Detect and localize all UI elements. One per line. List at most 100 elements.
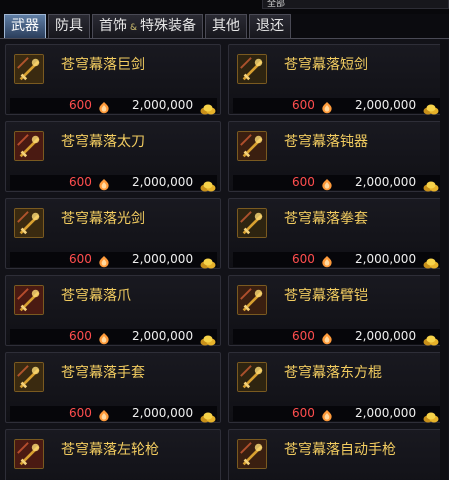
gold-coin-icon (423, 331, 439, 346)
tab-label: 首饰 (99, 18, 127, 34)
tab-label: 退还 (256, 18, 285, 34)
tab-weapons[interactable]: 武器 (4, 14, 46, 38)
gold-coin-icon (200, 100, 216, 115)
cera-price: 600 (69, 252, 92, 266)
shop-item[interactable]: 苍穹幕落巨剑 600 2,000,000 (5, 44, 221, 115)
gold-price: 2,000,000 (355, 329, 417, 343)
shop-tabs: 武器 防具 首饰 & 特殊装备 其他 退还 (4, 14, 293, 38)
knuckle-icon[interactable] (237, 208, 267, 238)
glove-icon[interactable] (14, 362, 44, 392)
shortsword-icon[interactable] (237, 54, 267, 84)
price-row: 600 2,000,000 (233, 252, 440, 269)
price-row: 600 2,000,000 (233, 329, 440, 346)
cera-price: 600 (292, 175, 315, 189)
item-name: 苍穹幕落爪 (61, 288, 131, 304)
cera-price: 600 (292, 329, 315, 343)
greatsword-icon[interactable] (14, 54, 44, 84)
price-row: 600 2,000,000 (10, 98, 217, 115)
shop-item[interactable]: 苍穹幕落拳套 600 2,000,000 (228, 198, 444, 269)
category-dropdown[interactable]: 全部 (262, 0, 449, 9)
shop-item[interactable]: 苍穹幕落爪 600 2,000,000 (5, 275, 221, 346)
gold-coin-icon (200, 408, 216, 423)
gold-price: 2,000,000 (132, 329, 194, 343)
cera-point-icon (97, 407, 111, 422)
tab-label: 其他 (212, 18, 241, 34)
top-bar: 全部 (0, 0, 449, 14)
gold-coin-icon (423, 254, 439, 269)
item-name: 苍穹幕落东方棍 (284, 365, 382, 381)
cera-point-icon (97, 253, 111, 268)
cera-price: 600 (292, 406, 315, 420)
tab-label-secondary: 特殊装备 (140, 18, 197, 34)
tab-label: 防具 (55, 18, 83, 34)
price-row: 600 2,000,000 (10, 329, 217, 346)
item-name: 苍穹幕落左轮枪 (61, 442, 159, 458)
scrollbar[interactable] (440, 40, 448, 480)
gold-coin-icon (200, 177, 216, 192)
gold-coin-icon (423, 100, 439, 115)
gold-coin-icon (200, 331, 216, 346)
cera-point-icon (97, 330, 111, 345)
cera-point-icon (320, 407, 334, 422)
item-name: 苍穹幕落拳套 (284, 211, 368, 227)
tonfa-icon[interactable] (237, 362, 267, 392)
item-name: 苍穹幕落手套 (61, 365, 145, 381)
gold-price: 2,000,000 (355, 175, 417, 189)
item-name: 苍穹幕落短剑 (284, 57, 368, 73)
cera-point-icon (97, 99, 111, 114)
shop-item[interactable]: 苍穹幕落左轮枪 (5, 429, 221, 480)
blunt-weapon-icon[interactable] (237, 131, 267, 161)
price-row: 600 2,000,000 (10, 252, 217, 269)
shop-item[interactable]: 苍穹幕落光剑 600 2,000,000 (5, 198, 221, 269)
price-row: 600 2,000,000 (10, 175, 217, 192)
gold-coin-icon (200, 254, 216, 269)
auto-pistol-icon[interactable] (237, 439, 267, 469)
cera-price: 600 (69, 98, 92, 112)
katana-icon[interactable] (14, 131, 44, 161)
cera-point-icon (320, 99, 334, 114)
item-name: 苍穹幕落臂铠 (284, 288, 368, 304)
gold-coin-icon (423, 177, 439, 192)
gold-price: 2,000,000 (132, 175, 194, 189)
price-row: 600 2,000,000 (233, 406, 440, 423)
cera-point-icon (97, 176, 111, 191)
gold-price: 2,000,000 (132, 406, 194, 420)
shop-item[interactable]: 苍穹幕落自动手枪 (228, 429, 444, 480)
tab-refund[interactable]: 退还 (249, 14, 292, 38)
gold-price: 2,000,000 (355, 252, 417, 266)
shop-item[interactable]: 苍穹幕落手套 600 2,000,000 (5, 352, 221, 423)
gold-price: 2,000,000 (132, 252, 194, 266)
item-name: 苍穹幕落巨剑 (61, 57, 145, 73)
cera-price: 600 (292, 252, 315, 266)
tab-separator: & (130, 23, 138, 33)
lightsaber-icon[interactable] (14, 208, 44, 238)
price-row: 600 2,000,000 (10, 406, 217, 423)
gold-coin-icon (423, 408, 439, 423)
tab-armor[interactable]: 防具 (48, 14, 90, 38)
gold-price: 2,000,000 (132, 98, 194, 112)
cera-point-icon (320, 253, 334, 268)
revolver-icon[interactable] (14, 439, 44, 469)
claw-icon[interactable] (14, 285, 44, 315)
shop-item[interactable]: 苍穹幕落钝器 600 2,000,000 (228, 121, 444, 192)
price-row: 600 2,000,000 (233, 98, 440, 115)
tab-other[interactable]: 其他 (205, 14, 248, 38)
item-name: 苍穹幕落钝器 (284, 134, 368, 150)
cera-point-icon (320, 176, 334, 191)
shop-item[interactable]: 苍穹幕落太刀 600 2,000,000 (5, 121, 221, 192)
cera-price: 600 (69, 175, 92, 189)
gauntlet-icon[interactable] (237, 285, 267, 315)
item-name: 苍穹幕落光剑 (61, 211, 145, 227)
cera-point-icon (320, 330, 334, 345)
item-name: 苍穹幕落太刀 (61, 134, 145, 150)
shop-item[interactable]: 苍穹幕落臂铠 600 2,000,000 (228, 275, 444, 346)
shop-item[interactable]: 苍穹幕落短剑 600 2,000,000 (228, 44, 444, 115)
cera-price: 600 (69, 406, 92, 420)
shop-item[interactable]: 苍穹幕落东方棍 600 2,000,000 (228, 352, 444, 423)
cera-price: 600 (69, 329, 92, 343)
cera-price: 600 (292, 98, 315, 112)
item-name: 苍穹幕落自动手枪 (284, 442, 396, 458)
gold-price: 2,000,000 (355, 98, 417, 112)
tab-label: 武器 (11, 18, 39, 34)
tab-accessories-special[interactable]: 首饰 & 特殊装备 (92, 14, 204, 38)
